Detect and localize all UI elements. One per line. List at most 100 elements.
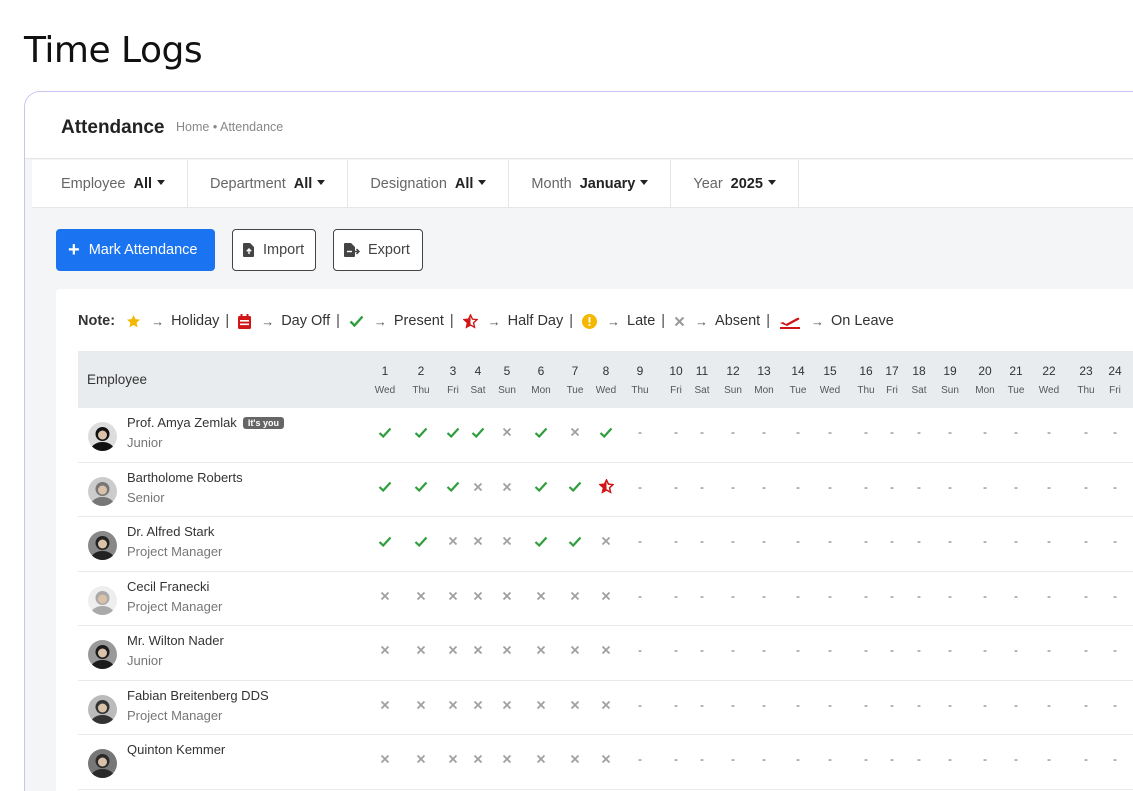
employee-name[interactable]: Quinton Kemmer [127,742,225,757]
no-record-cell[interactable]: - [687,696,717,714]
no-record-cell[interactable]: - [1071,750,1101,768]
absent-x-icon[interactable] [560,750,590,768]
no-record-cell[interactable]: - [783,750,813,768]
no-record-cell[interactable]: - [783,423,813,441]
no-record-cell[interactable]: - [749,641,779,659]
no-record-cell[interactable]: - [1034,641,1064,659]
no-record-cell[interactable]: - [783,532,813,550]
present-check-icon[interactable] [370,478,400,496]
no-record-cell[interactable]: - [877,641,907,659]
table-row[interactable]: Quinton Kemmer - - - - - - - - - - - - - - - - [78,735,1133,790]
no-record-cell[interactable]: - [1100,532,1130,550]
no-record-cell[interactable]: - [877,750,907,768]
no-record-cell[interactable]: - [935,423,965,441]
absent-x-icon[interactable] [370,641,400,659]
present-check-icon[interactable] [406,478,436,496]
absent-x-icon[interactable] [406,641,436,659]
absent-x-icon[interactable] [526,750,556,768]
absent-x-icon[interactable] [591,641,621,659]
no-record-cell[interactable]: - [718,423,748,441]
no-record-cell[interactable]: - [877,423,907,441]
no-record-cell[interactable]: - [970,750,1000,768]
no-record-cell[interactable]: - [935,478,965,496]
no-record-cell[interactable]: - [749,532,779,550]
absent-x-icon[interactable] [492,641,522,659]
no-record-cell[interactable]: - [625,641,655,659]
absent-x-icon[interactable] [591,532,621,550]
no-record-cell[interactable]: - [749,587,779,605]
no-record-cell[interactable]: - [1100,423,1130,441]
absent-x-icon[interactable] [406,587,436,605]
no-record-cell[interactable]: - [687,478,717,496]
absent-x-icon[interactable] [370,587,400,605]
no-record-cell[interactable]: - [687,587,717,605]
filter-designation[interactable]: Designation All [348,160,510,207]
absent-x-icon[interactable] [492,478,522,496]
no-record-cell[interactable]: - [718,478,748,496]
no-record-cell[interactable]: - [718,641,748,659]
no-record-cell[interactable]: - [625,423,655,441]
absent-x-icon[interactable] [406,696,436,714]
no-record-cell[interactable]: - [935,641,965,659]
no-record-cell[interactable]: - [970,696,1000,714]
absent-x-icon[interactable] [463,641,493,659]
absent-x-icon[interactable] [492,532,522,550]
no-record-cell[interactable]: - [1034,750,1064,768]
export-button[interactable]: Export [333,229,423,271]
no-record-cell[interactable]: - [1071,641,1101,659]
no-record-cell[interactable]: - [970,478,1000,496]
present-check-icon[interactable] [526,478,556,496]
no-record-cell[interactable]: - [815,478,845,496]
no-record-cell[interactable]: - [749,423,779,441]
no-record-cell[interactable]: - [783,696,813,714]
absent-x-icon[interactable] [463,696,493,714]
present-check-icon[interactable] [370,423,400,441]
no-record-cell[interactable]: - [749,750,779,768]
no-record-cell[interactable]: - [1071,423,1101,441]
table-row[interactable]: Cecil Franecki Project Manager - - - - - - - - - - -… [78,572,1133,626]
no-record-cell[interactable]: - [935,750,965,768]
present-check-icon[interactable] [526,423,556,441]
absent-x-icon[interactable] [463,750,493,768]
no-record-cell[interactable]: - [625,696,655,714]
no-record-cell[interactable]: - [1100,750,1130,768]
absent-x-icon[interactable] [526,696,556,714]
present-check-icon[interactable] [591,423,621,441]
table-row[interactable]: Dr. Alfred Stark Project Manager - - - - - - - - -… [78,517,1133,572]
no-record-cell[interactable]: - [904,641,934,659]
present-check-icon[interactable] [406,423,436,441]
no-record-cell[interactable]: - [1071,587,1101,605]
no-record-cell[interactable]: - [1001,587,1031,605]
no-record-cell[interactable]: - [877,478,907,496]
no-record-cell[interactable]: - [815,750,845,768]
employee-name[interactable]: Dr. Alfred Stark [127,524,214,539]
mark-attendance-button[interactable]: + Mark Attendance [56,229,215,271]
no-record-cell[interactable]: - [1034,532,1064,550]
present-check-icon[interactable] [526,532,556,550]
half-day-star-icon[interactable] [591,478,621,496]
present-check-icon[interactable] [463,423,493,441]
no-record-cell[interactable]: - [783,587,813,605]
no-record-cell[interactable]: - [718,587,748,605]
no-record-cell[interactable]: - [783,641,813,659]
no-record-cell[interactable]: - [749,478,779,496]
present-check-icon[interactable] [370,532,400,550]
absent-x-icon[interactable] [492,423,522,441]
absent-x-icon[interactable] [526,587,556,605]
table-row[interactable]: Prof. Amya Zemlak It's you Junior - - - - - - - - -… [78,408,1133,463]
no-record-cell[interactable]: - [1100,478,1130,496]
absent-x-icon[interactable] [406,750,436,768]
no-record-cell[interactable]: - [1100,641,1130,659]
employee-name[interactable]: Prof. Amya Zemlak It's you [127,415,284,430]
no-record-cell[interactable]: - [904,750,934,768]
no-record-cell[interactable]: - [935,587,965,605]
no-record-cell[interactable]: - [749,696,779,714]
present-check-icon[interactable] [560,532,590,550]
no-record-cell[interactable]: - [815,587,845,605]
no-record-cell[interactable]: - [783,478,813,496]
absent-x-icon[interactable] [560,641,590,659]
no-record-cell[interactable]: - [1034,587,1064,605]
no-record-cell[interactable]: - [1100,587,1130,605]
table-row[interactable]: Bartholome Roberts Senior - - - - - - - - - - - - - - - - [78,463,1133,517]
table-row[interactable]: Mr. Wilton Nader Junior - - - - - - - - - - - - - - - - [78,626,1133,681]
